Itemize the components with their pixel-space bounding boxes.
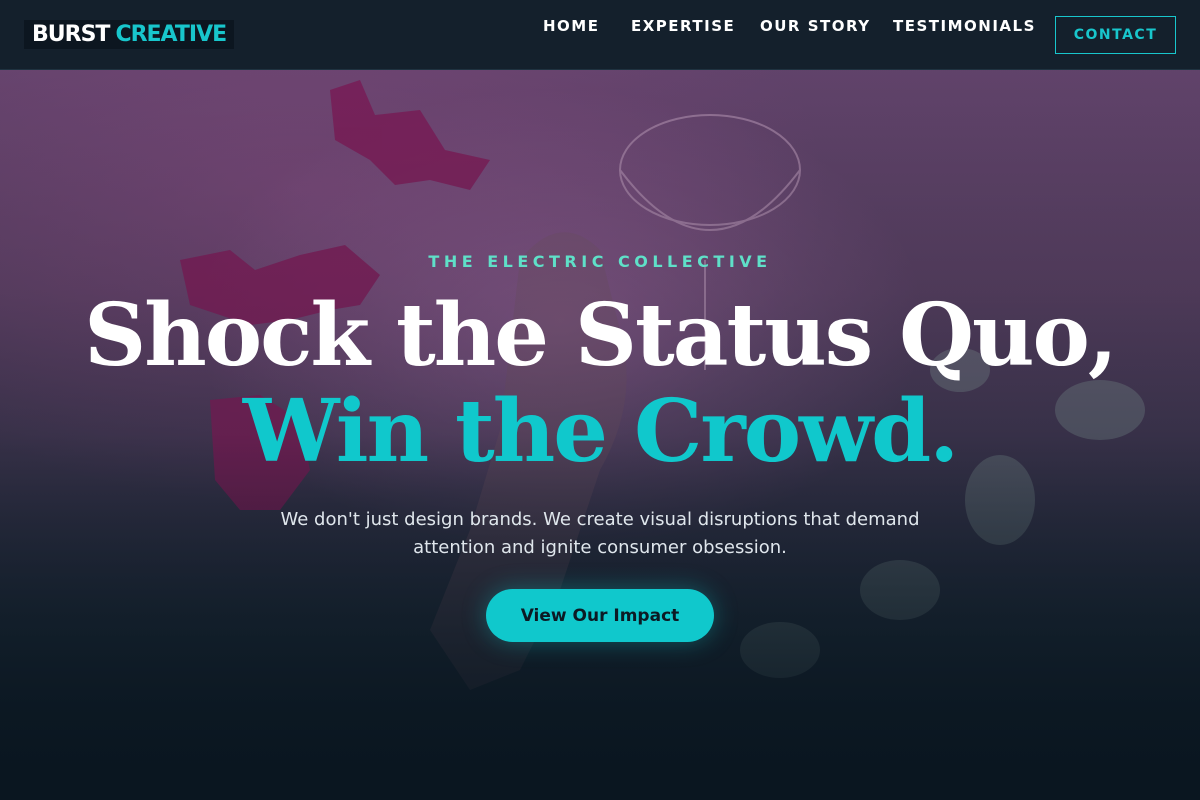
hero-headline-line2: Win the Crowd. xyxy=(242,381,959,482)
site-header: BURST CREATIVE HOME EXPERTISE OUR STORY … xyxy=(0,0,1200,70)
view-impact-button[interactable]: View Our Impact xyxy=(486,589,714,642)
nav-link-our-story[interactable]: OUR STORY xyxy=(760,17,871,35)
logo-word-burst: BURST xyxy=(32,22,110,47)
hero-headline-line1: Shock the Status Quo, xyxy=(84,285,1118,386)
hero-headline: Shock the Status Quo, Win the Crowd. xyxy=(0,288,1200,480)
brand-logo[interactable]: BURST CREATIVE xyxy=(24,20,235,49)
hero-subtext: We don't just design brands. We create v… xyxy=(280,509,920,558)
nav-link-expertise[interactable]: EXPERTISE xyxy=(631,17,735,35)
nav-link-testimonials[interactable]: TESTIMONIALS xyxy=(893,17,1036,35)
nav-link-home[interactable]: HOME xyxy=(543,17,599,35)
hero-eyebrow: THE ELECTRIC COLLECTIVE xyxy=(428,252,772,271)
contact-button[interactable]: CONTACT xyxy=(1055,16,1176,54)
logo-word-creative: CREATIVE xyxy=(115,22,227,47)
